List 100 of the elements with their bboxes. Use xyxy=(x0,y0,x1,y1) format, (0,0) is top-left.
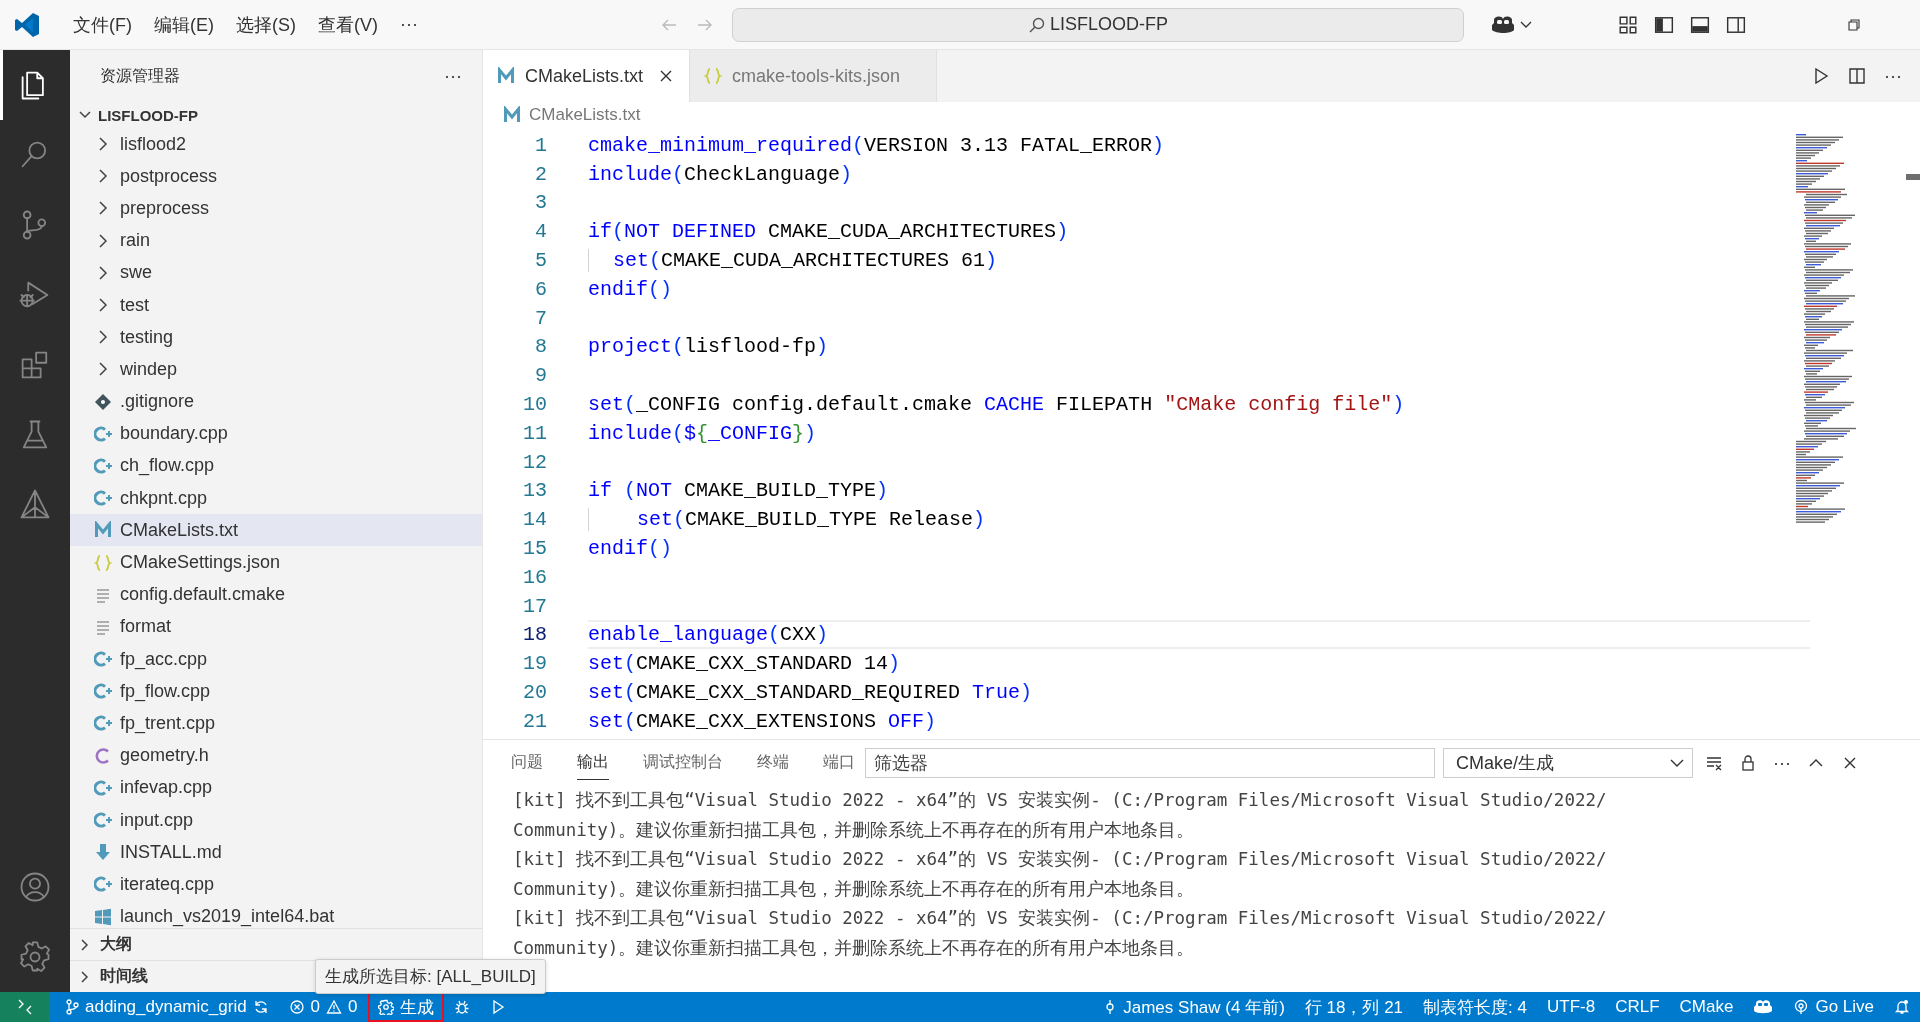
menu-item[interactable]: 查看(V) xyxy=(309,8,387,41)
panel-tab[interactable]: 输出 xyxy=(577,746,609,780)
app-logo-icon xyxy=(14,11,40,38)
folder-header[interactable]: LISFLOOD-FP xyxy=(70,102,482,128)
file-tree-item[interactable]: CMakeSettings.json xyxy=(70,546,482,579)
line-number: 11 xyxy=(522,421,548,445)
c-file-icon xyxy=(94,746,112,765)
file-tree-item[interactable]: swe xyxy=(70,256,482,289)
output-channel-dropdown[interactable]: CMake/生成 xyxy=(1443,748,1693,778)
file-tree-item[interactable]: lisflood2 xyxy=(70,128,482,161)
output-line: Community)。建议你重新扫描工具包，并删除系统上不再存在的所有用户本地条目。 xyxy=(513,936,1196,960)
line-number: 15 xyxy=(522,537,548,561)
split-editor-icon[interactable] xyxy=(1848,67,1866,85)
layout-sidebar-icon[interactable] xyxy=(1654,14,1674,35)
branch-button[interactable]: adding_dynamic_grid xyxy=(55,992,279,1022)
file-tree-item[interactable]: infevap.cpp xyxy=(70,771,482,804)
branch-icon xyxy=(65,999,79,1015)
layout-customize-icon[interactable] xyxy=(1618,14,1638,35)
file-tree-item[interactable]: testing xyxy=(70,321,482,354)
status-item[interactable]: UTF-8 xyxy=(1536,992,1606,1022)
breadcrumb-item[interactable]: CMakeLists.txt xyxy=(503,105,641,125)
chevron-down-icon xyxy=(1670,758,1684,768)
caret-icon xyxy=(1520,20,1532,29)
file-tree-item[interactable]: CMakeLists.txt xyxy=(70,514,482,547)
cpp-file-icon xyxy=(94,875,112,894)
code-line: if(NOT DEFINED CMAKE_CUDA_ARCHITECTURES) xyxy=(588,220,1070,244)
cpp-file-icon xyxy=(94,489,112,508)
assistant-icon xyxy=(1753,999,1774,1015)
file-tree-item[interactable]: rain xyxy=(70,224,482,257)
file-tree-item[interactable]: INSTALL.md xyxy=(70,836,482,869)
line-number: 12 xyxy=(522,450,548,474)
line-number: 13 xyxy=(522,479,548,503)
line-number: 14 xyxy=(522,508,548,532)
go-live-button[interactable]: Go Live xyxy=(1783,992,1884,1022)
line-number: 3 xyxy=(534,191,548,215)
cpp-file-icon xyxy=(94,456,112,475)
file-tree-item[interactable]: postprocess xyxy=(70,160,482,193)
code-line: set(CMAKE_CUDA_ARCHITECTURES 61) xyxy=(588,249,1810,273)
git-blame-button[interactable]: James Shaw (4 年前) xyxy=(1093,992,1295,1022)
panel-tab[interactable]: 调试控制台 xyxy=(643,746,723,780)
run-icon[interactable] xyxy=(1812,67,1830,85)
down-arrow-icon xyxy=(94,843,112,862)
problems-button[interactable]: 0 0 xyxy=(278,992,368,1022)
code-line: set(CMAKE_CXX_STANDARD_REQUIRED True) xyxy=(588,681,1034,705)
filter-field[interactable]: 筛选器 xyxy=(865,748,1435,778)
file-tree-item[interactable]: chkpnt.cpp xyxy=(70,482,482,515)
status-item[interactable]: 制表符长度: 4 xyxy=(1413,992,1537,1022)
menu-item[interactable]: 编辑(E) xyxy=(145,8,223,41)
broadcast-icon xyxy=(1793,999,1810,1015)
command-center-search[interactable]: LISFLOOD-FP xyxy=(732,7,1464,42)
cmake-file-icon xyxy=(94,521,112,540)
code-line: set(_CONFIG config.default.cmake CACHE FILEPATH "CMake config file") xyxy=(588,393,1406,417)
code-line: set(CMAKE_CXX_EXTENSIONS OFF) xyxy=(588,709,938,733)
cpp-file-icon xyxy=(94,714,112,733)
file-tree-item[interactable]: .gitignore xyxy=(70,385,482,418)
more-actions-button[interactable]: ··· xyxy=(1773,752,1791,774)
bug-icon xyxy=(453,999,470,1015)
sync-icon xyxy=(252,999,269,1015)
lock-icon[interactable] xyxy=(1739,754,1757,772)
file-tree-item[interactable]: config.default.cmake xyxy=(70,578,482,611)
code-line: include(${_CONFIG}) xyxy=(588,421,818,445)
file-tree-item[interactable]: preprocess xyxy=(70,192,482,225)
code-line: cmake_minimum_required(VERSION 3.13 FATAL_ERROR) xyxy=(588,133,1166,157)
clear-output-icon[interactable] xyxy=(1705,754,1723,772)
file-tree-item[interactable]: ch_flow.cpp xyxy=(70,449,482,483)
status-item[interactable]: CMake xyxy=(1669,992,1744,1022)
scrollbar-thumb[interactable] xyxy=(1906,174,1920,180)
panel-tab[interactable]: 问题 xyxy=(511,746,543,780)
file-tree-item[interactable]: windep xyxy=(70,353,482,386)
more-menu-button[interactable]: ··· xyxy=(391,10,427,39)
more-actions-button[interactable]: ··· xyxy=(444,65,462,87)
restore-window-icon[interactable] xyxy=(1846,16,1862,33)
gear-icon xyxy=(377,999,394,1015)
layout-secondary-icon[interactable] xyxy=(1726,14,1746,35)
status-item[interactable]: CRLF xyxy=(1605,992,1670,1022)
menu-item[interactable]: 选择(S) xyxy=(227,8,305,41)
file-tree-item[interactable]: fp_trent.cpp xyxy=(70,707,482,740)
panel-tab[interactable]: 终端 xyxy=(757,746,789,780)
status-item[interactable]: 行 18，列 21 xyxy=(1294,992,1414,1022)
line-number: 18 xyxy=(522,623,548,647)
file-tree-item[interactable]: test xyxy=(70,288,482,322)
file-tree-item[interactable]: iterateq.cpp xyxy=(70,868,482,901)
file-tree-item[interactable]: fp_flow.cpp xyxy=(70,675,482,708)
build-button[interactable]: 生成 xyxy=(367,992,444,1022)
output-line: [kit] 找不到工具包“Visual Studio 2022 - x64”的 VS 安装实例- (C:/Program Files/Microsoft Visual Studio/2022/ xyxy=(513,848,1608,871)
file-tree-item[interactable]: boundary.cpp xyxy=(70,417,482,450)
layout-panel-icon[interactable] xyxy=(1690,14,1710,35)
file-tree-item[interactable]: input.cpp xyxy=(70,803,482,837)
file-tree-item[interactable]: format xyxy=(70,610,482,643)
file-tree-item[interactable]: launch_vs2019_intel64.bat xyxy=(70,900,482,928)
file-tree-item[interactable]: geometry.h xyxy=(70,739,482,772)
menu-item[interactable]: 文件(F) xyxy=(64,8,141,41)
editor-tab[interactable]: CMakeLists.txt xyxy=(483,50,691,102)
cpp-file-icon xyxy=(94,424,112,443)
code-line: enable_language(CXX) xyxy=(588,620,1810,650)
line-number: 8 xyxy=(534,335,548,359)
editor-tab[interactable]: cmake-tools-kits.json xyxy=(690,50,938,102)
file-tree-item[interactable]: fp_acc.cpp xyxy=(70,643,482,676)
panel-tab[interactable]: 端口 xyxy=(823,746,855,780)
more-actions-button[interactable]: ··· xyxy=(1884,65,1902,87)
